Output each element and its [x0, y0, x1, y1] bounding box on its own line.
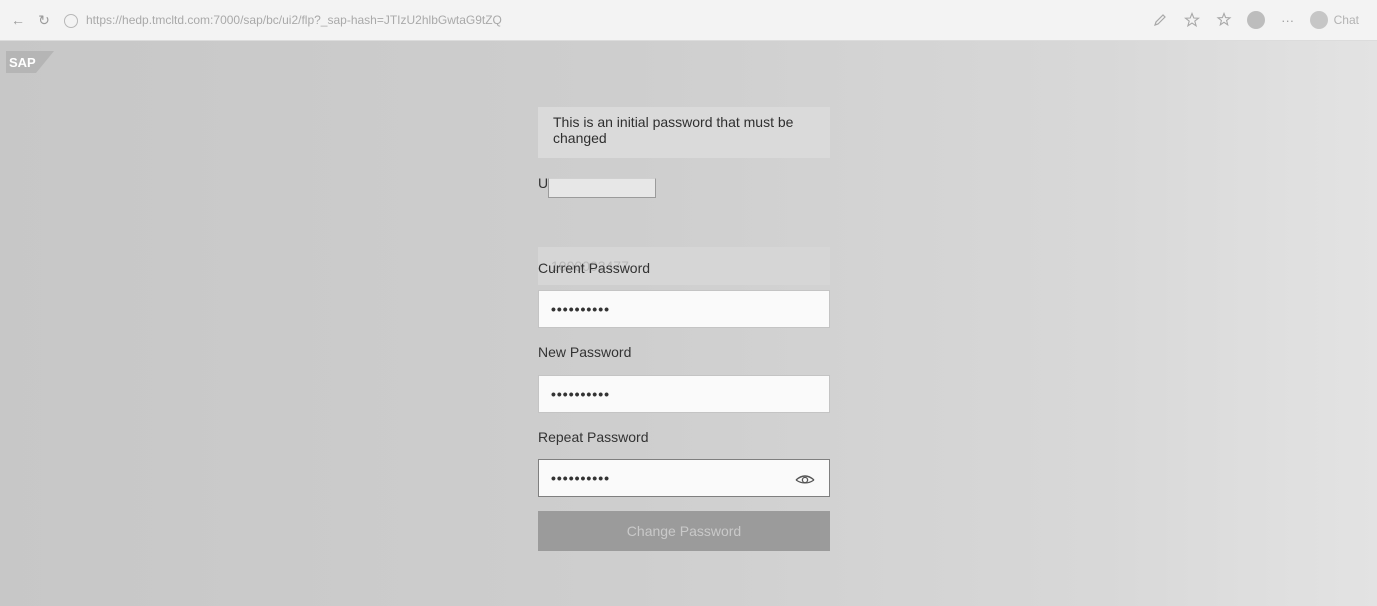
chat-label: Chat	[1333, 13, 1359, 27]
repeat-password-input[interactable]	[538, 459, 830, 497]
browser-actions: ··· Chat	[1150, 8, 1359, 32]
favorites-icon[interactable]	[1214, 10, 1234, 30]
repeat-password-label: Repeat Password	[538, 429, 649, 445]
back-arrow-icon[interactable]: ←	[8, 10, 28, 30]
change-password-button[interactable]: Change Password	[538, 511, 830, 551]
current-password-label: Current Password	[538, 260, 651, 276]
url-text: https://hedp.tmcltd.com:7000/sap/bc/ui2/…	[86, 13, 502, 27]
user-label: U	[538, 175, 549, 191]
initial-password-message: This is an initial password that must be…	[538, 107, 830, 158]
address-bar[interactable]: https://hedp.tmcltd.com:7000/sap/bc/ui2/…	[64, 7, 624, 33]
more-menu-icon[interactable]: ···	[1278, 10, 1298, 30]
profile-avatar-icon[interactable]	[1246, 10, 1266, 30]
sap-logo: SAP	[6, 51, 54, 73]
refresh-icon[interactable]: ↻	[34, 10, 54, 30]
svg-text:SAP: SAP	[9, 55, 36, 70]
favorite-star-icon[interactable]	[1182, 10, 1202, 30]
show-password-eye-icon[interactable]	[790, 467, 820, 491]
edit-icon[interactable]	[1150, 10, 1170, 30]
new-password-label: New Password	[538, 344, 632, 360]
current-password-input[interactable]	[538, 290, 830, 328]
chat-icon	[1309, 11, 1328, 29]
redacted-label	[548, 178, 656, 198]
chat-button[interactable]: Chat	[1309, 11, 1359, 29]
new-password-input[interactable]	[538, 375, 830, 413]
browser-toolbar: ← ↻ https://hedp.tmcltd.com:7000/sap/bc/…	[0, 0, 1377, 41]
site-info-icon[interactable]	[64, 13, 78, 28]
